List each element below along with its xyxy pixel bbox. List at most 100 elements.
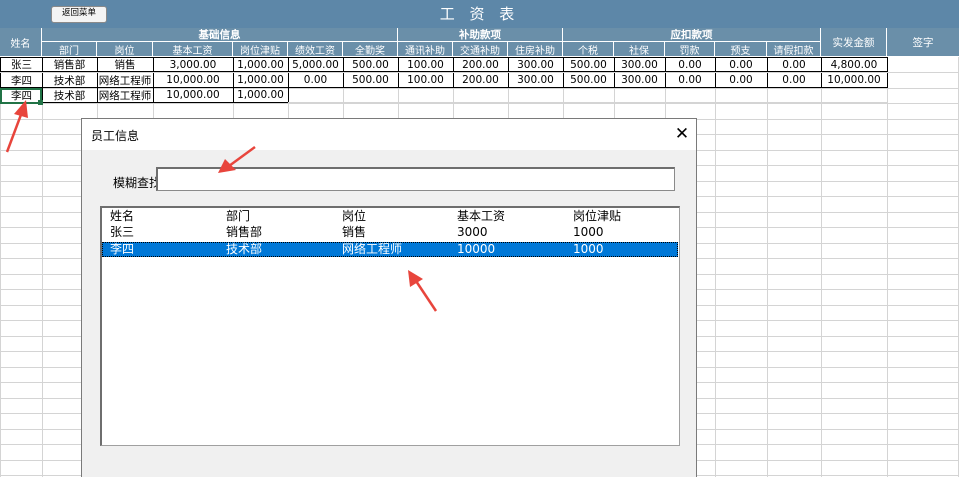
table-cell[interactable]: 3,000.00 [153, 57, 234, 72]
dialog-title: 员工信息 [91, 129, 140, 143]
table-cell[interactable] [767, 88, 822, 103]
group-deductions: 应扣款项 [563, 28, 821, 42]
table-cell[interactable]: 10,000.00 [153, 88, 234, 103]
column-header: 住房补助 [508, 42, 563, 57]
list-item-selected[interactable]: 李四 技术部 网络工程师 10000 1000 [102, 242, 678, 257]
column-header: 个税 [563, 42, 614, 57]
table-cell[interactable]: 200.00 [453, 73, 509, 88]
close-icon[interactable]: ✕ [672, 124, 692, 144]
table-cell[interactable]: 10,000.00 [153, 73, 234, 88]
fill-handle[interactable] [38, 100, 43, 105]
table-cell[interactable] [715, 88, 768, 103]
sheet-title-bar: 工 资 表 返回菜单 [0, 0, 959, 28]
table-cell[interactable] [343, 88, 399, 103]
list-header-allowance: 岗位津贴 [573, 209, 622, 223]
table-cell[interactable]: 0.00 [715, 57, 768, 72]
table-cell[interactable]: 0.00 [767, 57, 822, 72]
table-cell[interactable]: 100.00 [398, 73, 454, 88]
table-cell[interactable]: 500.00 [563, 57, 615, 72]
list-cell-salary: 3000 [457, 225, 488, 239]
table-cell[interactable]: 网络工程师 [97, 73, 154, 88]
table-cell[interactable]: 300.00 [508, 57, 564, 72]
list-cell-allowance: 1000 [573, 242, 604, 256]
grid-line [42, 57, 43, 477]
table-cell[interactable]: 0.00 [767, 73, 822, 88]
column-header: 岗位 [97, 42, 153, 57]
employee-listbox[interactable]: 姓名 部门 岗位 基本工资 岗位津贴 张三 销售部 销售 3000 1000 李… [100, 206, 680, 446]
list-cell-post: 网络工程师 [342, 242, 403, 256]
table-cell[interactable]: 300.00 [614, 73, 666, 88]
table-cell[interactable]: 1,000.00 [233, 57, 289, 72]
table-cell[interactable]: 销售部 [42, 57, 98, 72]
table-cell[interactable]: 销售 [97, 57, 154, 72]
table-cell[interactable]: 0.00 [288, 73, 344, 88]
table-cell[interactable] [563, 88, 615, 103]
column-header: 基本工资 [153, 42, 233, 57]
table-cell[interactable]: 1,000.00 [233, 73, 289, 88]
list-header-dept: 部门 [226, 209, 251, 223]
row-name-cell[interactable]: 张三 [0, 57, 43, 72]
row-name-cell[interactable]: 李四 [0, 73, 43, 88]
column-header: 通讯补助 [398, 42, 453, 57]
table-cell[interactable] [665, 88, 716, 103]
sheet-title: 工 资 表 [439, 5, 520, 23]
header-net-pay: 实发金额 [821, 28, 887, 57]
table-cell[interactable] [398, 88, 454, 103]
table-cell[interactable] [453, 88, 509, 103]
table-cell[interactable]: 500.00 [563, 73, 615, 88]
group-basic-info: 基础信息 [42, 28, 398, 42]
grid-line [0, 103, 959, 104]
table-cell[interactable] [614, 88, 666, 103]
table-cell[interactable] [508, 88, 564, 103]
annotation-arrow-icon [408, 270, 438, 312]
list-cell-name: 张三 [110, 225, 135, 239]
table-cell[interactable]: 500.00 [343, 57, 399, 72]
list-header-post: 岗位 [342, 209, 367, 223]
back-to-menu-button[interactable]: 返回菜单 [51, 6, 107, 23]
grid-line [821, 57, 822, 477]
annotation-arrow-icon [5, 100, 28, 153]
list-cell-dept: 技术部 [226, 242, 263, 256]
table-cell[interactable]: 0.00 [665, 57, 716, 72]
table-cell[interactable]: 300.00 [614, 57, 666, 72]
annotation-arrow-icon [218, 145, 256, 173]
column-header: 全勤奖 [343, 42, 398, 57]
table-cell[interactable]: 网络工程师 [97, 88, 154, 103]
table-cell[interactable]: 0.00 [665, 73, 716, 88]
table-cell[interactable]: 10,000.00 [821, 73, 888, 88]
list-header-row: 姓名 部门 岗位 基本工资 岗位津贴 [102, 209, 678, 224]
list-header-salary: 基本工资 [457, 209, 506, 223]
list-cell-allowance: 1000 [573, 225, 604, 239]
column-header: 社保 [614, 42, 665, 57]
table-cell[interactable]: 5,000.00 [288, 57, 344, 72]
list-item[interactable]: 张三 销售部 销售 3000 1000 [102, 225, 678, 240]
table-cell[interactable]: 技术部 [42, 73, 98, 88]
table-cell[interactable]: 4,800.00 [821, 57, 888, 72]
grid-line [767, 57, 768, 477]
list-header-name: 姓名 [110, 209, 135, 223]
column-header: 部门 [42, 42, 97, 57]
header-name: 姓名 [0, 28, 42, 57]
table-cell[interactable]: 1,000.00 [233, 88, 289, 103]
table-cell[interactable]: 0.00 [715, 73, 768, 88]
header-signature: 签字 [887, 28, 959, 57]
table-cell[interactable]: 300.00 [508, 73, 564, 88]
column-header: 预支 [715, 42, 767, 57]
table-cell[interactable]: 500.00 [343, 73, 399, 88]
table-cell[interactable]: 200.00 [453, 57, 509, 72]
grid-line [715, 57, 716, 477]
list-cell-post: 销售 [342, 225, 367, 239]
column-header: 罚款 [665, 42, 715, 57]
table-cell[interactable] [288, 88, 344, 103]
table-cell[interactable] [821, 88, 888, 103]
dialog-titlebar: 员工信息 ✕ [82, 119, 696, 150]
table-cell[interactable]: 技术部 [42, 88, 98, 103]
group-allowance: 补助款项 [398, 28, 563, 42]
table-cell[interactable]: 100.00 [398, 57, 454, 72]
list-cell-salary: 10000 [457, 242, 496, 256]
column-header: 请假扣款 [767, 42, 821, 57]
list-cell-dept: 销售部 [226, 225, 263, 239]
column-header: 岗位津贴 [233, 42, 288, 57]
column-header: 绩效工资 [288, 42, 343, 57]
employee-info-dialog: 员工信息 ✕ 模糊查找: 姓名 部门 岗位 基本工资 岗位津贴 张三 销售部 销… [81, 118, 697, 477]
